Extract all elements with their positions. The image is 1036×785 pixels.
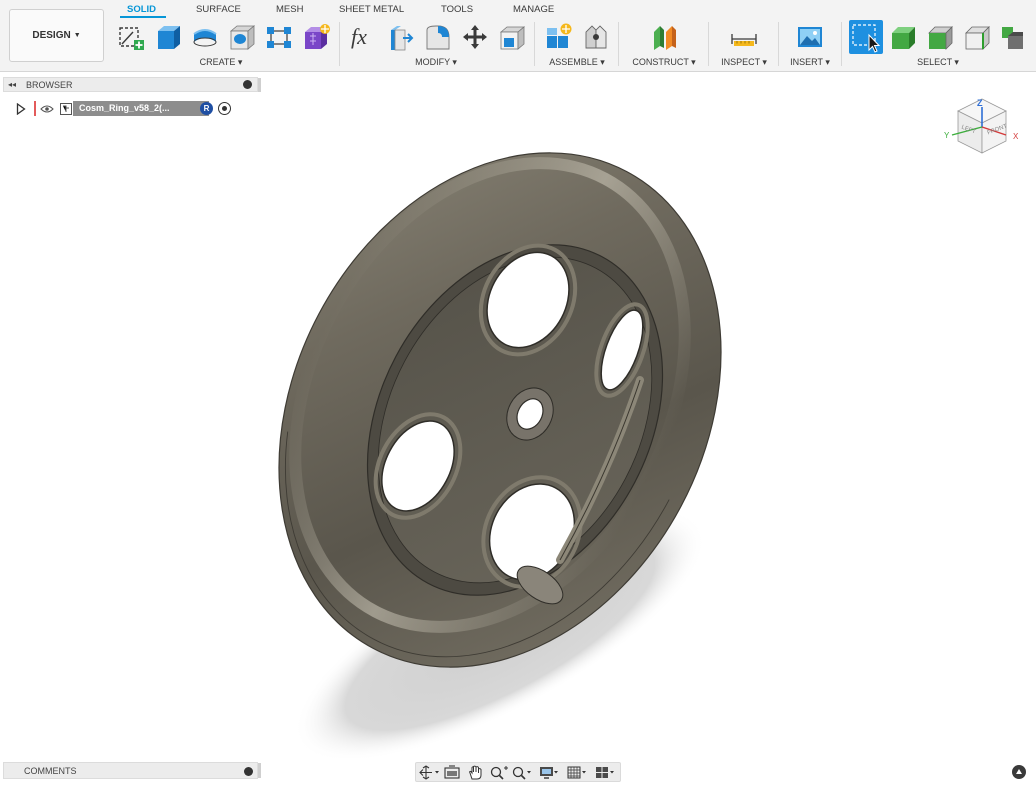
- fillet-icon: [426, 25, 450, 50]
- revolve-icon: [193, 29, 217, 47]
- select-menu[interactable]: SELECT ▾: [917, 57, 959, 68]
- svg-text:fx: fx: [351, 24, 367, 49]
- workspace-label: DESIGN: [32, 30, 71, 41]
- orbit-button[interactable]: [419, 765, 441, 780]
- construct-menu[interactable]: CONSTRUCT ▾: [632, 57, 695, 68]
- viewcube-z-label: Z: [977, 98, 983, 108]
- new-component-button[interactable]: [545, 22, 573, 52]
- select-body-icon: [892, 27, 915, 49]
- divider: [841, 22, 842, 66]
- insert-menu[interactable]: INSERT ▾: [790, 57, 830, 68]
- select-button[interactable]: [849, 20, 883, 54]
- tab-sheet-metal[interactable]: SHEET METAL: [339, 4, 404, 15]
- active-tab-indicator: [120, 16, 166, 18]
- grid-snaps-button[interactable]: [566, 765, 588, 780]
- viewcube-y-label: Y: [944, 131, 950, 140]
- select-face-icon: [928, 26, 953, 50]
- revolve-button[interactable]: [191, 22, 219, 52]
- appearance-button[interactable]: [498, 22, 526, 52]
- feedback-glyph-icon: [1016, 769, 1022, 774]
- comments-title: COMMENTS: [24, 766, 77, 776]
- feedback-icon[interactable]: [1012, 765, 1026, 779]
- navigation-bar: [415, 762, 621, 782]
- tab-mesh[interactable]: MESH: [276, 4, 303, 15]
- tab-surface[interactable]: SURFACE: [196, 4, 241, 15]
- measure-icon: [731, 34, 757, 46]
- rectangular-pattern-button[interactable]: [265, 22, 293, 52]
- panel-resize-handle[interactable]: [258, 763, 261, 778]
- look-at-button[interactable]: [442, 765, 464, 780]
- press-pull-icon: [391, 26, 414, 51]
- pattern-icon: [267, 27, 291, 48]
- display-settings-icon: [540, 767, 558, 779]
- divider: [339, 22, 340, 66]
- select-face-button[interactable]: [926, 22, 954, 52]
- ring-model: [278, 152, 722, 668]
- orbit-icon: [419, 765, 439, 780]
- comments-panel[interactable]: COMMENTS: [3, 762, 258, 779]
- divider: [618, 22, 619, 66]
- look-at-icon: [444, 765, 460, 779]
- insert-image-icon: [798, 27, 822, 47]
- add-comment-icon[interactable]: [244, 767, 253, 776]
- toolbar: DESIGN ▼ SOLID SURFACE MESH SHEET METAL …: [0, 0, 1036, 72]
- zoom-button[interactable]: [488, 765, 510, 780]
- display-settings-button[interactable]: [538, 765, 560, 780]
- pan-icon: [469, 765, 482, 780]
- extrude-icon: [158, 26, 180, 49]
- tab-manage[interactable]: MANAGE: [513, 4, 554, 15]
- fit-button[interactable]: [511, 765, 533, 780]
- select-body-button[interactable]: [889, 22, 917, 52]
- appearance-icon: [499, 26, 526, 50]
- assemble-menu[interactable]: ASSEMBLE ▾: [549, 57, 605, 68]
- zoom-icon: [490, 766, 508, 780]
- change-parameters-button[interactable]: fx: [350, 22, 378, 52]
- viewcube-x-label: X: [1013, 132, 1019, 141]
- tab-solid[interactable]: SOLID: [127, 4, 156, 15]
- 3d-viewport[interactable]: Z LEFT FRONT X Y: [0, 73, 1036, 762]
- dropdown-caret-icon: ▼: [73, 32, 81, 39]
- form-icon: [305, 24, 330, 49]
- modify-menu[interactable]: MODIFY ▾: [415, 57, 457, 68]
- press-pull-button[interactable]: [387, 22, 415, 52]
- viewports-button[interactable]: [594, 765, 616, 780]
- pan-button[interactable]: [465, 765, 487, 780]
- new-component-icon: [547, 23, 572, 48]
- measure-button[interactable]: [730, 22, 758, 52]
- selection-priority-button[interactable]: [999, 22, 1027, 52]
- move-icon: [463, 25, 487, 49]
- offset-plane-button[interactable]: [650, 22, 678, 52]
- model-canvas: [278, 152, 722, 762]
- joint-icon: [585, 25, 607, 49]
- viewcube[interactable]: Z LEFT FRONT X Y: [944, 93, 1024, 168]
- create-sketch-button[interactable]: [117, 22, 145, 52]
- fit-icon: [512, 766, 531, 780]
- viewports-icon: [596, 767, 614, 778]
- viewcube-graphic: [951, 98, 1007, 154]
- construct-plane-icon: [654, 26, 676, 50]
- select-priority-icon: [1002, 27, 1023, 49]
- inspect-menu[interactable]: INSPECT ▾: [721, 57, 767, 68]
- fillet-button[interactable]: [424, 22, 452, 52]
- extrude-button[interactable]: [154, 22, 182, 52]
- select-edge-icon: [965, 26, 990, 50]
- create-menu[interactable]: CREATE ▾: [200, 57, 243, 68]
- divider: [534, 22, 535, 66]
- tab-tools[interactable]: TOOLS: [441, 4, 473, 15]
- divider: [778, 22, 779, 66]
- move-copy-button[interactable]: [461, 22, 489, 52]
- parameters-fx-icon: fx: [351, 24, 367, 49]
- joint-button[interactable]: [582, 22, 610, 52]
- divider: [708, 22, 709, 66]
- hole-button[interactable]: [228, 22, 256, 52]
- workspace-switcher-button[interactable]: DESIGN ▼: [9, 9, 104, 62]
- select-window-icon: [852, 24, 881, 53]
- select-edge-button[interactable]: [963, 22, 991, 52]
- create-sketch-icon: [119, 27, 144, 50]
- hole-icon: [229, 25, 256, 50]
- insert-canvas-button[interactable]: [796, 22, 824, 52]
- grid-icon: [567, 766, 586, 779]
- create-form-button[interactable]: [302, 22, 330, 52]
